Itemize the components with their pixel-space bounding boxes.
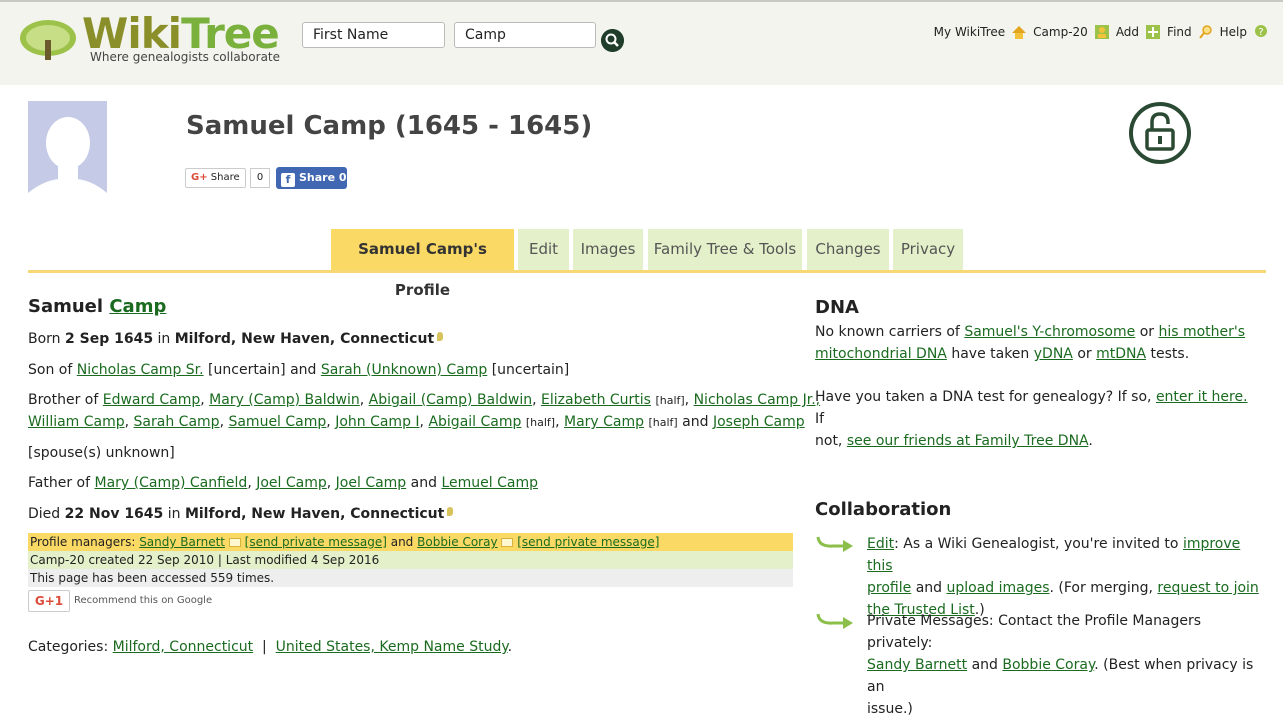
tab-profile[interactable]: Samuel Camp's Profile [331,229,514,299]
page-title: Samuel Camp (1645 - 1645) [186,111,593,141]
magnifier-icon [1198,25,1212,39]
logo-tagline: Where genealogists collaborate [90,50,281,64]
first-name-input[interactable]: First Name [302,22,445,48]
died-line: Died 22 Nov 1645 in Milford, New Haven, … [28,506,454,522]
enter-dna-link[interactable]: enter it here. [1156,389,1248,405]
nav-help[interactable]: Help ? [1220,24,1269,40]
google-plus-icon: G+ [191,172,208,183]
sibling-link[interactable]: William Camp [28,414,125,430]
tree-logo-icon [20,20,76,60]
sibling-link[interactable]: Samuel Camp [228,414,326,430]
facebook-icon: f [281,173,295,187]
sibling-link[interactable]: Sarah Camp [134,414,220,430]
category-link[interactable]: Milford, Connecticut [113,639,254,655]
nav-add[interactable]: Add [1116,24,1161,40]
y-chromosome-link[interactable]: Samuel's Y-chromosome [964,324,1135,340]
spouses-line: [spouse(s) unknown] [28,445,175,461]
child-link[interactable]: Lemuel Camp [441,475,538,491]
tab-privacy[interactable]: Privacy [893,229,963,270]
category-link[interactable]: United States, Kemp Name Study [276,639,508,655]
mail-icon[interactable] [501,538,514,547]
sibling-link[interactable]: Elizabeth Curtis [541,392,651,408]
map-pin-icon[interactable] [437,332,444,341]
curved-arrow-icon [816,536,853,552]
collab-messages-item: Private Messages: Contact the Profile Ma… [815,610,1265,717]
svg-text:?: ? [1258,27,1263,38]
born-line: Born 2 Sep 1645 in Milford, New Haven, C… [28,331,444,347]
ydna-link[interactable]: yDNA [1034,346,1073,362]
child-link[interactable]: Joel Camp [336,475,407,491]
collaboration-heading: Collaboration [815,499,952,520]
google-share-count: 0 [250,168,270,188]
manager-link[interactable]: Bobbie Coray [1002,657,1094,673]
brother-of-line-2: William Camp, Sarah Camp, Samuel Camp, J… [28,414,805,430]
sibling-link[interactable]: Mary (Camp) Baldwin [209,392,360,408]
son-of-line: Son of Nicholas Camp Sr. [uncertain] and… [28,362,570,378]
nav-my-wikitree[interactable]: My WikiTree [934,24,1028,40]
mother-link[interactable]: Sarah (Unknown) Camp [321,362,487,378]
curved-arrow-icon [816,613,853,629]
sibling-link[interactable]: Nicholas Camp Jr., [694,392,821,408]
google-share-button[interactable]: G+ Share [185,168,246,188]
profile-icon [1094,25,1109,39]
last-name-input[interactable]: Camp [454,22,596,48]
profile-managers-bar: Profile managers: Sandy Barnett [send pr… [28,533,793,551]
categories-line: Categories: Milford, Connecticut | Unite… [28,639,513,655]
mtdna-link[interactable]: mtDNA [1096,346,1146,362]
sibling-link[interactable]: Abigail Camp [428,414,521,430]
wikitree-logo[interactable]: WikiTree Where genealogists collaborate [18,10,288,70]
sibling-link[interactable]: Abigail (Camp) Baldwin [369,392,532,408]
facebook-share-button[interactable]: f Share 0 [276,167,347,189]
search-icon[interactable] [601,29,624,52]
nav-find[interactable]: Find [1167,24,1214,40]
avatar-silhouette-icon [28,101,107,206]
tab-underline [28,270,1266,273]
child-link[interactable]: Mary (Camp) Canfield [94,475,247,491]
dna-heading: DNA [815,297,859,318]
father-link[interactable]: Nicholas Camp Sr. [77,362,204,378]
tab-changes[interactable]: Changes [807,229,889,270]
sibling-link[interactable]: Mary Camp [564,414,644,430]
created-modified-bar: Camp-20 created 22 Sep 2010 | Last modif… [28,551,793,569]
tab-edit[interactable]: Edit [518,229,569,270]
dna-paragraph-2: Have you taken a DNA test for genealogy?… [815,389,1248,449]
edit-link[interactable]: Edit [867,536,894,552]
map-pin-icon[interactable] [447,507,454,516]
tab-images[interactable]: Images [573,229,643,270]
sibling-link[interactable]: John Camp I [335,414,419,430]
surname-link[interactable]: Camp [109,296,166,317]
access-count-bar: This page has been accessed 559 times. [28,569,793,587]
avatar [28,101,107,206]
send-pm-link[interactable]: [send private message] [245,535,387,549]
upload-images-link[interactable]: upload images [946,580,1049,596]
plus-icon [1146,25,1161,39]
dna-paragraph-1: No known carriers of Samuel's Y-chromoso… [815,324,1246,362]
sibling-link[interactable]: Joseph Camp [713,414,805,430]
person-name-heading: Samuel Camp [28,296,167,317]
brother-of-line-1: Brother of Edward Camp, Mary (Camp) Bald… [28,392,821,408]
send-pm-link[interactable]: [send private message] [517,535,659,549]
help-icon: ? [1255,25,1267,38]
sibling-link[interactable]: Edward Camp [103,392,201,408]
top-nav: My WikiTree Camp-20 Add Find Help ? [934,24,1269,40]
manager-link[interactable]: Sandy Barnett [867,657,967,673]
nav-camp-20[interactable]: Camp-20 [1033,24,1110,40]
top-bar: WikiTree Where genealogists collaborate … [0,0,1283,85]
collab-edit-item: Edit: As a Wiki Genealogist, you're invi… [815,533,1265,618]
google-plus-one-button[interactable]: G+1 [28,590,70,612]
father-of-line: Father of Mary (Camp) Canfield, Joel Cam… [28,475,538,491]
google-recommend-label: Recommend this on Google [74,595,213,606]
child-link[interactable]: Joel Camp [256,475,327,491]
lock-icon[interactable] [1128,101,1192,165]
mail-icon[interactable] [228,538,241,547]
tab-family-tree-tools[interactable]: Family Tree & Tools [648,229,802,270]
house-icon [1012,26,1027,39]
manager-link[interactable]: Bobbie Coray [417,535,497,549]
manager-link[interactable]: Sandy Barnett [139,535,225,549]
ftdna-link[interactable]: see our friends at Family Tree DNA [847,433,1089,449]
